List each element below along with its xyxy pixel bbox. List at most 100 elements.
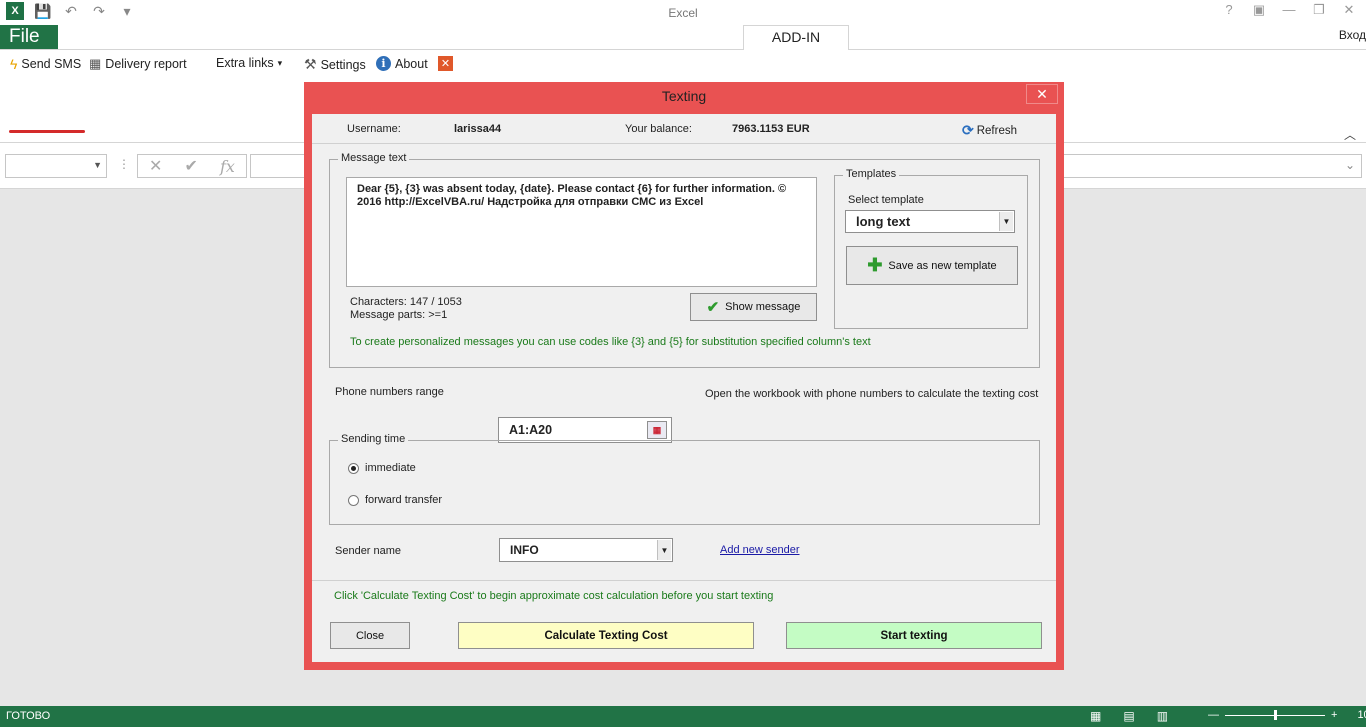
bolt-icon: ϟ (10, 56, 18, 72)
message-textarea[interactable]: Dear {5}, {3} was absent today, {date}. … (346, 177, 817, 287)
normal-view-icon[interactable]: ▦ (1090, 709, 1101, 723)
zoom-slider-thumb[interactable] (1273, 709, 1277, 720)
immediate-radio[interactable]: immediate (348, 462, 416, 474)
tools-icon: ⚒ (304, 56, 317, 72)
zoom-slider[interactable] (1225, 709, 1325, 720)
ribbon-display-icon[interactable]: ▣ (1246, 2, 1272, 18)
close-addin-button[interactable]: ✕ (438, 56, 453, 71)
select-template-label: Select template (848, 194, 924, 206)
sender-name-label: Sender name (335, 545, 402, 557)
zoom-control: — + 10% (1208, 709, 1366, 721)
zoom-out-icon[interactable]: — (1208, 709, 1219, 721)
start-texting-button[interactable]: Start texting (786, 622, 1042, 649)
view-buttons: ▦ ▤ ▥ (1090, 709, 1168, 723)
window-title: Excel (668, 6, 698, 20)
zoom-in-icon[interactable]: + (1331, 709, 1337, 721)
formula-bar-grip[interactable]: ⋮ (118, 157, 130, 171)
delivery-report-button[interactable]: ▦ Delivery report (89, 56, 187, 72)
radio-selected (348, 462, 359, 474)
phone-range-label: Phone numbers range (335, 386, 444, 398)
message-parts-counter: Message parts: >=1 (350, 309, 448, 321)
settings-label: Settings (320, 57, 366, 72)
send-sms-label: Send SMS (21, 57, 82, 71)
tab-addin[interactable]: ADD-IN (743, 25, 849, 51)
maximize-icon[interactable]: ❐ (1306, 2, 1332, 18)
save-template-button[interactable]: ✚ Save as new template (846, 246, 1018, 285)
chevron-down-icon: ▼ (93, 160, 102, 170)
close-button[interactable]: Close (330, 622, 410, 649)
page-break-icon[interactable]: ▥ (1157, 709, 1168, 723)
immediate-label: immediate (365, 462, 416, 474)
template-select-value: long text (856, 214, 911, 229)
check-icon: ✔ (706, 299, 720, 316)
balance-label: Your balance: (625, 123, 692, 135)
templates-group-label: Templates (843, 168, 900, 180)
extra-links-button[interactable]: Extra links ▾ (216, 56, 282, 70)
ribbon-tabs: File ADD-IN Вход (0, 25, 1366, 51)
delivery-report-label: Delivery report (105, 57, 187, 71)
send-sms-highlight-underline (9, 130, 85, 133)
forward-transfer-label: forward transfer (365, 494, 443, 506)
extra-links-label: Extra links (216, 56, 274, 70)
sign-in-link[interactable]: Вход (1339, 28, 1366, 42)
insert-function-icon[interactable]: fx (220, 157, 235, 176)
sender-select-value: INFO (510, 543, 539, 557)
page-layout-icon[interactable]: ▤ (1123, 709, 1134, 723)
send-sms-button[interactable]: ϟ Send SMS (10, 56, 81, 72)
plus-icon: ✚ (867, 255, 883, 275)
sending-time-group-label: Sending time (338, 433, 409, 445)
enter-icon[interactable]: ✔ (185, 156, 198, 176)
forward-transfer-radio[interactable]: forward transfer (348, 494, 442, 506)
divider (312, 580, 1056, 581)
show-message-label: Show message (725, 301, 801, 313)
range-picker-icon[interactable]: ▦ (647, 421, 667, 439)
status-ready: ГОТОВО (6, 710, 51, 722)
window-close-icon[interactable]: ✕ (1336, 2, 1362, 18)
expand-formula-icon[interactable]: ⌄ (1345, 158, 1355, 172)
title-bar: X 💾 ↶ ↷ ▾ Excel ? ▣ — ❐ ✕ (0, 0, 1366, 25)
chevron-down-icon: ▾ (277, 57, 283, 68)
dialog-close-icon[interactable]: ✕ (1026, 84, 1058, 104)
characters-counter: Characters: 147 / 1053 (350, 296, 462, 308)
window-controls: ? ▣ — ❐ ✕ (1216, 2, 1362, 18)
radio-unselected (348, 494, 359, 506)
status-bar: ГОТОВО ▦ ▤ ▥ — + 10% (0, 706, 1366, 727)
about-label: About (395, 56, 428, 71)
sender-select[interactable]: INFO ▼ (499, 538, 673, 562)
add-new-sender-link[interactable]: Add new sender (720, 544, 800, 556)
info-icon: i (376, 56, 391, 71)
zoom-level[interactable]: 10% (1357, 709, 1366, 721)
chevron-down-icon: ▼ (999, 212, 1013, 231)
balance-value: 7963.1153 EUR (732, 123, 810, 135)
chevron-down-icon: ▼ (657, 540, 671, 560)
table-icon: ▦ (89, 56, 102, 71)
refresh-icon: ⟳ (962, 122, 974, 138)
close-icon: ✕ (438, 56, 453, 71)
minimize-icon[interactable]: — (1276, 2, 1302, 18)
refresh-button[interactable]: ⟳ Refresh (962, 122, 1017, 139)
calculate-cost-button[interactable]: Calculate Texting Cost (458, 622, 754, 649)
name-box[interactable]: ▼ (5, 154, 107, 178)
template-select[interactable]: long text ▼ (845, 210, 1015, 233)
refresh-label: Refresh (976, 124, 1018, 137)
dialog-body: Username: larissa44 Your balance: 7963.1… (312, 114, 1056, 662)
show-message-button[interactable]: ✔ Show message (690, 293, 817, 321)
personalize-note: To create personalized messages you can … (350, 336, 871, 348)
username-value: larissa44 (454, 123, 502, 135)
sending-time-group: Sending time (329, 433, 1040, 525)
dialog-title: Texting (661, 88, 707, 104)
cancel-icon[interactable]: ✕ (149, 156, 162, 176)
tab-file[interactable]: File (0, 25, 58, 49)
about-button[interactable]: i About (376, 56, 428, 71)
texting-dialog: Texting ✕ Username: larissa44 Your balan… (304, 82, 1064, 670)
save-template-label: Save as new template (888, 259, 997, 272)
collapse-ribbon-icon[interactable]: ︿ (1344, 126, 1356, 143)
account-info-row: Username: larissa44 Your balance: 7963.1… (312, 114, 1056, 144)
phone-range-note: Open the workbook with phone numbers to … (705, 388, 1039, 400)
message-group-label: Message text (338, 152, 410, 164)
username-label: Username: (347, 123, 401, 135)
formula-buttons: ✕ ✔ fx (137, 154, 247, 178)
phone-range-value: A1:A20 (509, 423, 553, 437)
help-icon[interactable]: ? (1216, 2, 1242, 18)
settings-button[interactable]: ⚒ Settings (304, 56, 366, 73)
